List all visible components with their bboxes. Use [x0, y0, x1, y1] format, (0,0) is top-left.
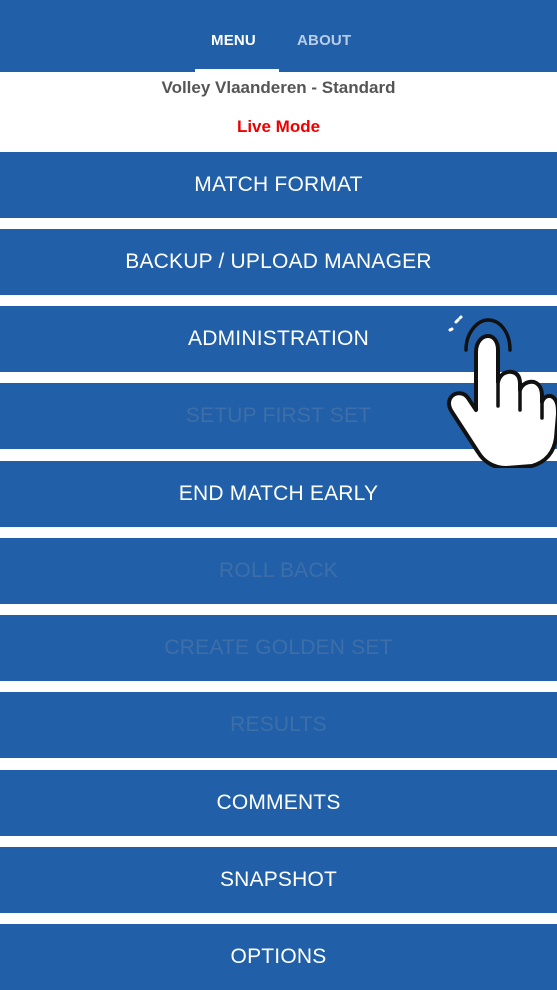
tab-about[interactable]: ABOUT — [297, 32, 351, 49]
tab-indicator — [195, 69, 279, 72]
match-format-button[interactable]: MATCH FORMAT — [0, 152, 557, 218]
tab-bar: MENU ABOUT — [0, 0, 557, 72]
administration-button[interactable]: ADMINISTRATION — [0, 306, 557, 372]
results-button[interactable]: RESULTS — [0, 692, 557, 758]
create-golden-set-button[interactable]: CREATE GOLDEN SET — [0, 615, 557, 681]
backup-upload-manager-button[interactable]: BACKUP / UPLOAD MANAGER — [0, 229, 557, 295]
mode-label: Live Mode — [236, 117, 321, 136]
profile-name: Volley Vlaanderen - Standard — [161, 78, 396, 97]
end-match-early-button[interactable]: END MATCH EARLY — [0, 461, 557, 527]
setup-first-set-button[interactable]: SETUP FIRST SET — [0, 383, 557, 449]
snapshot-button[interactable]: SNAPSHOT — [0, 847, 557, 913]
roll-back-button[interactable]: ROLL BACK — [0, 538, 557, 604]
tab-menu[interactable]: MENU — [211, 32, 256, 49]
comments-button[interactable]: COMMENTS — [0, 770, 557, 836]
options-button[interactable]: OPTIONS — [0, 924, 557, 990]
